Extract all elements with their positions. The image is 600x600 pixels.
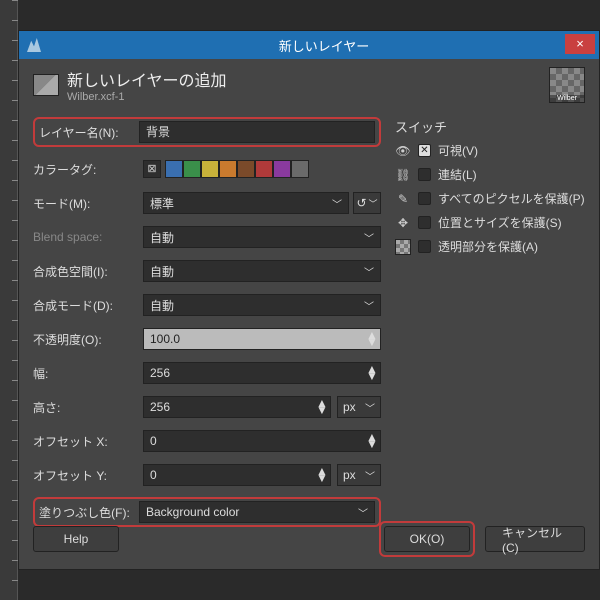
close-button[interactable]: × [565, 34, 595, 54]
brush-icon: ✎ [395, 191, 411, 207]
composite-mode-label: 合成モード(D): [33, 297, 143, 314]
lock-alpha-checkbox[interactable] [418, 240, 431, 253]
chevron-down-icon: ﹀ [365, 400, 375, 415]
lock-pixels-label: すべてのピクセルを保護(P) [438, 190, 585, 207]
offset-y-label: オフセット Y: [33, 467, 143, 484]
fill-select[interactable]: Background color﹀ [139, 501, 375, 523]
preview-thumbnail [549, 67, 585, 103]
ok-button[interactable]: OK(O) [384, 526, 470, 552]
composite-space-select[interactable]: 自動﹀ [143, 260, 381, 282]
help-button[interactable]: Help [33, 526, 119, 552]
color-swatch[interactable] [183, 160, 201, 178]
color-swatch[interactable] [255, 160, 273, 178]
titlebar[interactable]: 新しいレイヤー × [19, 31, 599, 59]
color-swatch[interactable] [219, 160, 237, 178]
linked-label: 連結(L) [438, 166, 477, 183]
offset-unit-select[interactable]: px﹀ [337, 464, 381, 486]
color-swatch[interactable] [273, 160, 291, 178]
eye-icon: 👁 [395, 143, 411, 159]
mode-label: モード(M): [33, 195, 143, 212]
lock-pixels-checkbox[interactable] [418, 192, 431, 205]
opacity-label: 不透明度(O): [33, 331, 143, 348]
height-label: 高さ: [33, 399, 143, 416]
lock-position-label: 位置とサイズを保護(S) [438, 214, 562, 231]
offset-x-spinner[interactable]: 0▲▼ [143, 430, 381, 452]
composite-mode-select[interactable]: 自動﹀ [143, 294, 381, 316]
chevron-down-icon: ﹀ [369, 197, 378, 210]
chevron-down-icon: ﹀ [364, 264, 374, 279]
header-subtitle: Wilber.xcf-1 [67, 91, 227, 103]
chevron-down-icon: ﹀ [365, 468, 375, 483]
switches-title: スイッチ [395, 117, 585, 136]
layer-name-row: レイヤー名(N): 背景 [33, 117, 381, 147]
color-swatch[interactable] [165, 160, 183, 178]
visible-checkbox[interactable]: ✕ [418, 144, 431, 157]
mode-reset-button[interactable]: ﹀ [353, 192, 381, 214]
chevron-down-icon: ﹀ [364, 298, 374, 313]
width-label: 幅: [33, 365, 143, 382]
chevron-down-icon: ﹀ [364, 230, 374, 245]
layer-icon [33, 74, 59, 96]
visible-label: 可視(V) [438, 142, 478, 159]
move-icon: ✥ [395, 215, 411, 231]
color-swatch[interactable] [201, 160, 219, 178]
alpha-icon [395, 239, 411, 255]
color-swatch[interactable] [237, 160, 255, 178]
ruler-vertical [0, 0, 18, 600]
width-spinner[interactable]: 256▲▼ [143, 362, 381, 384]
opacity-spinner[interactable]: 100.0▲▼ [143, 328, 381, 350]
window-title: 新しいレイヤー [49, 36, 599, 55]
color-tag-label: カラータグ: [33, 161, 143, 178]
lock-alpha-label: 透明部分を保護(A) [438, 238, 538, 255]
blend-space-label: Blend space: [33, 230, 143, 244]
layer-name-label: レイヤー名(N): [39, 124, 139, 141]
cancel-button[interactable]: キャンセル(C) [485, 526, 585, 552]
offset-y-spinner[interactable]: 0▲▼ [143, 464, 331, 486]
dialog-header: 新しいレイヤーの追加 Wilber.xcf-1 [19, 59, 599, 111]
app-icon [27, 38, 41, 52]
fill-label: 塗りつぶし色(F): [39, 504, 139, 521]
composite-space-label: 合成色空間(I): [33, 263, 143, 280]
color-tag-swatches [165, 160, 309, 178]
layer-name-input[interactable]: 背景 [139, 121, 375, 143]
mode-select[interactable]: 標準﹀ [143, 192, 349, 214]
height-spinner[interactable]: 256▲▼ [143, 396, 331, 418]
offset-x-label: オフセット X: [33, 433, 143, 450]
linked-checkbox[interactable] [418, 168, 431, 181]
chevron-down-icon: ﹀ [358, 505, 368, 520]
new-layer-dialog: 新しいレイヤー × 新しいレイヤーの追加 Wilber.xcf-1 レイヤー名(… [18, 30, 600, 570]
color-swatch[interactable] [291, 160, 309, 178]
blend-space-select: 自動﹀ [143, 226, 381, 248]
chevron-down-icon: ﹀ [332, 196, 342, 211]
header-title: 新しいレイヤーの追加 [67, 67, 227, 91]
color-tag-none[interactable]: ⊠ [143, 160, 161, 178]
chain-icon: ⛓ [395, 167, 411, 183]
lock-position-checkbox[interactable] [418, 216, 431, 229]
size-unit-select[interactable]: px﹀ [337, 396, 381, 418]
